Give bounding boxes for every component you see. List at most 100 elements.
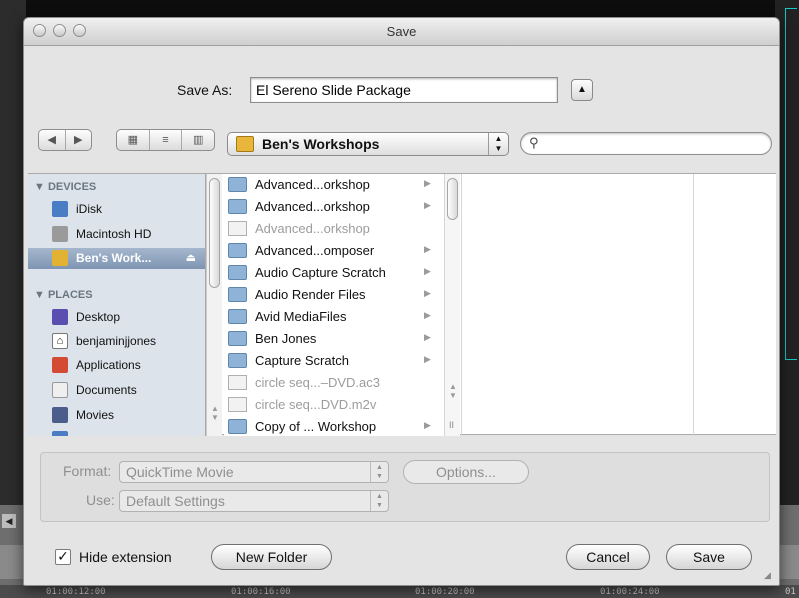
- movies-icon: [52, 407, 68, 423]
- chevron-right-icon: ▶: [424, 310, 431, 320]
- folder-icon: [228, 287, 247, 302]
- folder-icon: [228, 199, 247, 214]
- file-name: Audio Capture Scratch: [255, 265, 386, 280]
- scroll-arrows-icon[interactable]: ▲ ▼: [449, 382, 457, 400]
- sidebar-item-label: benjaminjjones: [76, 334, 157, 348]
- file-name: Avid MediaFiles: [255, 309, 347, 324]
- file-row[interactable]: Audio Render Files ▶: [224, 284, 444, 306]
- document-icon: [228, 221, 247, 236]
- file-name: Advanced...orkshop: [255, 199, 370, 214]
- file-column: Advanced...orkshop ▶ Advanced...orkshop ▶ …: [224, 174, 444, 436]
- file-row[interactable]: Advanced...orkshop ▶: [224, 196, 444, 218]
- cancel-button[interactable]: Cancel: [566, 544, 650, 570]
- search-field[interactable]: ⚲: [520, 132, 772, 155]
- folder-icon: [228, 177, 247, 192]
- file-row[interactable]: Copy of ... Workshop ▶: [224, 416, 444, 438]
- chevron-right-icon: ▶: [424, 354, 431, 364]
- eject-icon[interactable]: ⏏: [186, 251, 196, 264]
- file-name: Advanced...orkshop: [255, 221, 370, 236]
- use-popup[interactable]: Default Settings ▲ ▼: [119, 490, 389, 512]
- video-file-icon: [228, 397, 247, 412]
- folder-icon: [228, 331, 247, 346]
- chevron-right-icon: ▶: [424, 420, 431, 430]
- file-row[interactable]: Audio Capture Scratch ▶: [224, 262, 444, 284]
- search-input[interactable]: [545, 135, 765, 152]
- format-popup[interactable]: QuickTime Movie ▲ ▼: [119, 461, 389, 483]
- browser-toolbar: ◀ ▶ ▦ ≡ ▥ Ben's Workshops ▲ ▼ ⚲: [24, 129, 779, 161]
- file-name: Advanced...omposer: [255, 243, 375, 258]
- file-row[interactable]: circle seq...DVD.m2v: [224, 394, 444, 416]
- sidebar-item-label: Desktop: [76, 310, 121, 324]
- forward-button[interactable]: ▶: [66, 130, 92, 150]
- scroll-arrows-icon[interactable]: ▲ ▼: [211, 404, 219, 422]
- file-row[interactable]: Avid MediaFiles ▶: [224, 306, 444, 328]
- applications-icon: [52, 357, 68, 373]
- sidebar-item-documents[interactable]: Documents: [28, 380, 205, 401]
- sidebar-item-bens-workshops[interactable]: Ben's Work... ⏏: [28, 248, 205, 269]
- file-row[interactable]: Advanced...orkshop: [224, 218, 444, 240]
- home-icon: ⌂: [52, 333, 68, 349]
- scroll-thumb[interactable]: [209, 178, 220, 288]
- save-as-field[interactable]: [250, 77, 558, 103]
- timeline-ruler: [0, 585, 799, 598]
- chevron-right-icon: ▶: [424, 178, 431, 188]
- hide-extension-label[interactable]: Hide extension: [79, 549, 172, 565]
- folder-icon: [228, 309, 247, 324]
- save-button[interactable]: Save: [666, 544, 752, 570]
- sidebar-scrollbar[interactable]: ▲ ▼: [206, 174, 222, 436]
- folder-icon: [228, 243, 247, 258]
- save-as-row: Save As: ▲: [24, 76, 779, 106]
- timecode-label: 01: [785, 587, 796, 597]
- sidebar-item-label: iDisk: [76, 202, 102, 216]
- music-icon: [52, 431, 68, 436]
- sidebar-item-home[interactable]: ⌂ benjaminjjones: [28, 331, 205, 352]
- chevron-right-icon: ▶: [424, 332, 431, 342]
- resize-grip-icon[interactable]: ◢: [764, 570, 776, 582]
- sidebar: ▼ DEVICES iDisk Macintosh HD Ben's Work.…: [28, 174, 206, 436]
- file-name: Capture Scratch: [255, 353, 349, 368]
- icon-view-icon[interactable]: ▦: [117, 130, 150, 150]
- sidebar-item-applications[interactable]: Applications: [28, 355, 205, 376]
- file-row[interactable]: Advanced...omposer ▶: [224, 240, 444, 262]
- sidebar-item-movies[interactable]: Movies: [28, 405, 205, 426]
- sidebar-heading-devices[interactable]: ▼ DEVICES: [34, 181, 96, 193]
- popup-arrows-icon: ▲ ▼: [370, 462, 388, 482]
- new-folder-button[interactable]: New Folder: [211, 544, 332, 570]
- list-view-icon[interactable]: ≡: [150, 130, 183, 150]
- location-label: Ben's Workshops: [262, 136, 380, 152]
- timecode-label: 01:00:12:00: [46, 587, 106, 597]
- file-row[interactable]: Advanced...orkshop ▶: [224, 174, 444, 196]
- sidebar-item-label: Applications: [76, 358, 141, 372]
- format-value: QuickTime Movie: [126, 464, 234, 480]
- collapse-toggle-button[interactable]: ▲: [571, 79, 593, 101]
- search-icon: ⚲: [529, 135, 539, 150]
- audio-file-icon: [228, 375, 247, 390]
- location-popup[interactable]: Ben's Workshops ▲ ▼: [227, 132, 509, 156]
- save-as-label: Save As:: [177, 82, 233, 98]
- sidebar-item-music-partial[interactable]: [28, 429, 205, 436]
- chevron-right-icon: ▶: [424, 266, 431, 276]
- file-row[interactable]: Ben Jones ▶: [224, 328, 444, 350]
- timeline-scroll-left-icon[interactable]: ◀: [2, 514, 16, 528]
- file-row[interactable]: circle seq...–DVD.ac3: [224, 372, 444, 394]
- back-button[interactable]: ◀: [39, 130, 66, 150]
- file-row[interactable]: Capture Scratch ▶: [224, 350, 444, 372]
- scroll-thumb[interactable]: [447, 178, 458, 220]
- timecode-label: 01:00:24:00: [600, 587, 660, 597]
- format-label: Format:: [63, 463, 112, 479]
- file-column-scrollbar[interactable]: ▲ ▼ II: [444, 174, 460, 436]
- use-value: Default Settings: [126, 493, 225, 509]
- sidebar-item-macintosh-hd[interactable]: Macintosh HD: [28, 224, 205, 245]
- options-button[interactable]: Options...: [403, 460, 529, 484]
- sidebar-item-idisk[interactable]: iDisk: [28, 199, 205, 220]
- column-view-icon[interactable]: ▥: [182, 130, 214, 150]
- file-name: Advanced...orkshop: [255, 177, 370, 192]
- file-name: Audio Render Files: [255, 287, 366, 302]
- hide-extension-checkbox[interactable]: ✓: [55, 549, 71, 565]
- idisk-icon: [52, 201, 68, 217]
- sidebar-item-desktop[interactable]: Desktop: [28, 307, 205, 328]
- disclosure-down-icon: ▼: [34, 289, 48, 301]
- sidebar-heading-places[interactable]: ▼ PLACES: [34, 289, 93, 301]
- column-resize-handle[interactable]: II: [449, 420, 454, 430]
- file-name: circle seq...DVD.m2v: [255, 397, 377, 412]
